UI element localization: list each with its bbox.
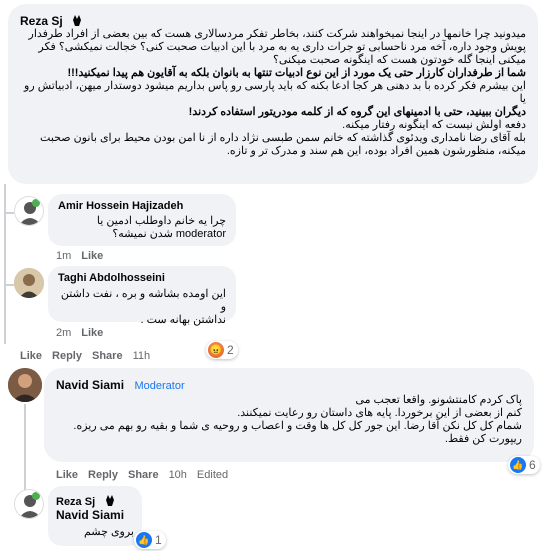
timestamp[interactable]: 10h [169, 469, 187, 481]
user-silhouette-icon [19, 199, 41, 225]
reaction-count: 6 [529, 458, 536, 472]
reaction-summary[interactable]: 😠 2 [206, 341, 238, 359]
thumbs-up-icon: 👍 [510, 457, 526, 473]
thread-connector [4, 284, 14, 286]
comment-line: پاک کردم کامنتشونو. واقعا تعجب می [355, 394, 522, 406]
reply-text: این اومده بشاشه و بره ، نفت داشتن و نداش… [56, 288, 226, 327]
comment-author[interactable]: Navid Siami [56, 378, 124, 392]
edited-label[interactable]: Edited [197, 469, 228, 481]
pray-hands-icon [73, 15, 82, 26]
user-photo-icon [14, 268, 44, 298]
reply-bubble-amir: Amir Hossein Hajizadeh چرا یه خانم داوطل… [48, 194, 236, 246]
comment-author-row: Navid Siami Moderator [56, 376, 185, 394]
like-button[interactable]: Like [56, 469, 78, 481]
comment-line: میدونید چرا خانمها در اینجا نمیخواهند شر… [28, 28, 526, 40]
thread-line [4, 184, 6, 344]
reply-line: چرا یه خانم داوطلب ادمین یا [96, 215, 226, 227]
share-button[interactable]: Share [92, 350, 123, 362]
mention-tag[interactable]: Navid Siami [56, 508, 124, 522]
comment-line: دفعه اولش نیست که اینگونه رفتار میکنه. [342, 119, 526, 131]
reply-bubble-taghi: Taghi Abdolhosseini این اومده بشاشه و بر… [48, 266, 236, 326]
comment-line: پویش وجود داره، آخه مرد ناحسابی تو جرات … [38, 41, 526, 53]
avatar[interactable] [8, 368, 42, 402]
comment-bubble-navid: Navid Siami Moderator پاک کردم کامنتشونو… [44, 368, 534, 462]
user-silhouette-icon [19, 492, 41, 518]
like-button[interactable]: Like [20, 350, 42, 362]
comment-line: شما از طرفداران کارزار حتی یک مورد از ای… [67, 67, 526, 79]
avatar[interactable] [14, 489, 44, 519]
reply-line: این اومده بشاشه و بره ، نفت داشتن و [60, 288, 226, 313]
reply-text: بروی چشم [83, 526, 134, 538]
avatar[interactable] [14, 196, 44, 226]
reply-author[interactable]: Taghi Abdolhosseini [58, 272, 165, 284]
comment-bubble-reza: Reza Sj میدونید چرا خانمها در اینجا نمیخ… [8, 4, 538, 184]
reply-actions: 2m Like [56, 327, 103, 339]
like-button[interactable]: Like [81, 250, 103, 262]
timestamp[interactable]: 2m [56, 327, 71, 339]
pray-hands-icon [105, 495, 114, 506]
comment-line: این بیشرم فکر کرده با بد دهنی هر کجا ادع… [24, 80, 526, 105]
reply-line: moderator شدن نمیشه؟ [112, 228, 226, 240]
comment-text: میدونید چرا خانمها در اینجا نمیخواهند شر… [16, 28, 526, 158]
comment-line: شمام کل کل نکن آقا رضا. این جور کل کل ها… [73, 420, 522, 432]
reaction-count: 1 [155, 533, 162, 547]
reaction-count: 2 [227, 343, 234, 357]
like-button[interactable]: Like [81, 327, 103, 339]
thumbs-up-icon: 👍 [136, 532, 152, 548]
comment-line: دیگران ببینید، حتی با ادمینهای این گروه … [188, 106, 526, 118]
reply-author[interactable]: Amir Hossein Hajizadeh [58, 200, 183, 212]
comment-text: پاک کردم کامنتشونو. واقعا تعجب می کنم از… [52, 394, 522, 446]
share-button[interactable]: Share [128, 469, 159, 481]
reply-actions: 1m Like [56, 250, 103, 262]
reply-button[interactable]: Reply [88, 469, 118, 481]
reaction-summary[interactable]: 👍 1 [134, 531, 166, 549]
avatar[interactable] [14, 268, 44, 298]
reply-text: چرا یه خانم داوطلب ادمین یا moderator شد… [56, 215, 226, 241]
reaction-summary[interactable]: 👍 6 [508, 456, 540, 474]
timestamp[interactable]: 1m [56, 250, 71, 262]
reply-bubble-reza: Reza Sj Navid Siami بروی چشم [48, 486, 142, 546]
reply-line: نداشتن بهانه ست . [140, 314, 227, 326]
thread-connector [4, 212, 14, 214]
comment-line: بله آقای رضا نامداری ویدئوی گذاشته که خا… [40, 132, 526, 144]
comment-line: میکنه، منظورشون همین افراد بوده، این هم … [226, 145, 526, 157]
comment-author[interactable]: Reza Sj [20, 14, 63, 28]
comment-actions: Like Reply Share 10h Edited [56, 469, 228, 481]
reply-button[interactable]: Reply [52, 350, 82, 362]
user-photo-icon [8, 368, 42, 402]
comment-actions: Like Reply Share 11h [20, 350, 150, 362]
thread-line [24, 404, 26, 494]
timestamp[interactable]: 11h [133, 350, 151, 362]
comment-line: ریپورت کن فقط. [444, 433, 522, 445]
angry-emoji-icon: 😠 [208, 342, 224, 358]
moderator-badge: Moderator [134, 380, 185, 392]
comment-line: میکنی اینجا گله خودتون هست که اینگونه صح… [273, 54, 526, 66]
comment-line: کنم از بعضی از این برخوردا. پایه های داس… [237, 407, 522, 419]
reply-author[interactable]: Reza Sj [56, 496, 95, 508]
